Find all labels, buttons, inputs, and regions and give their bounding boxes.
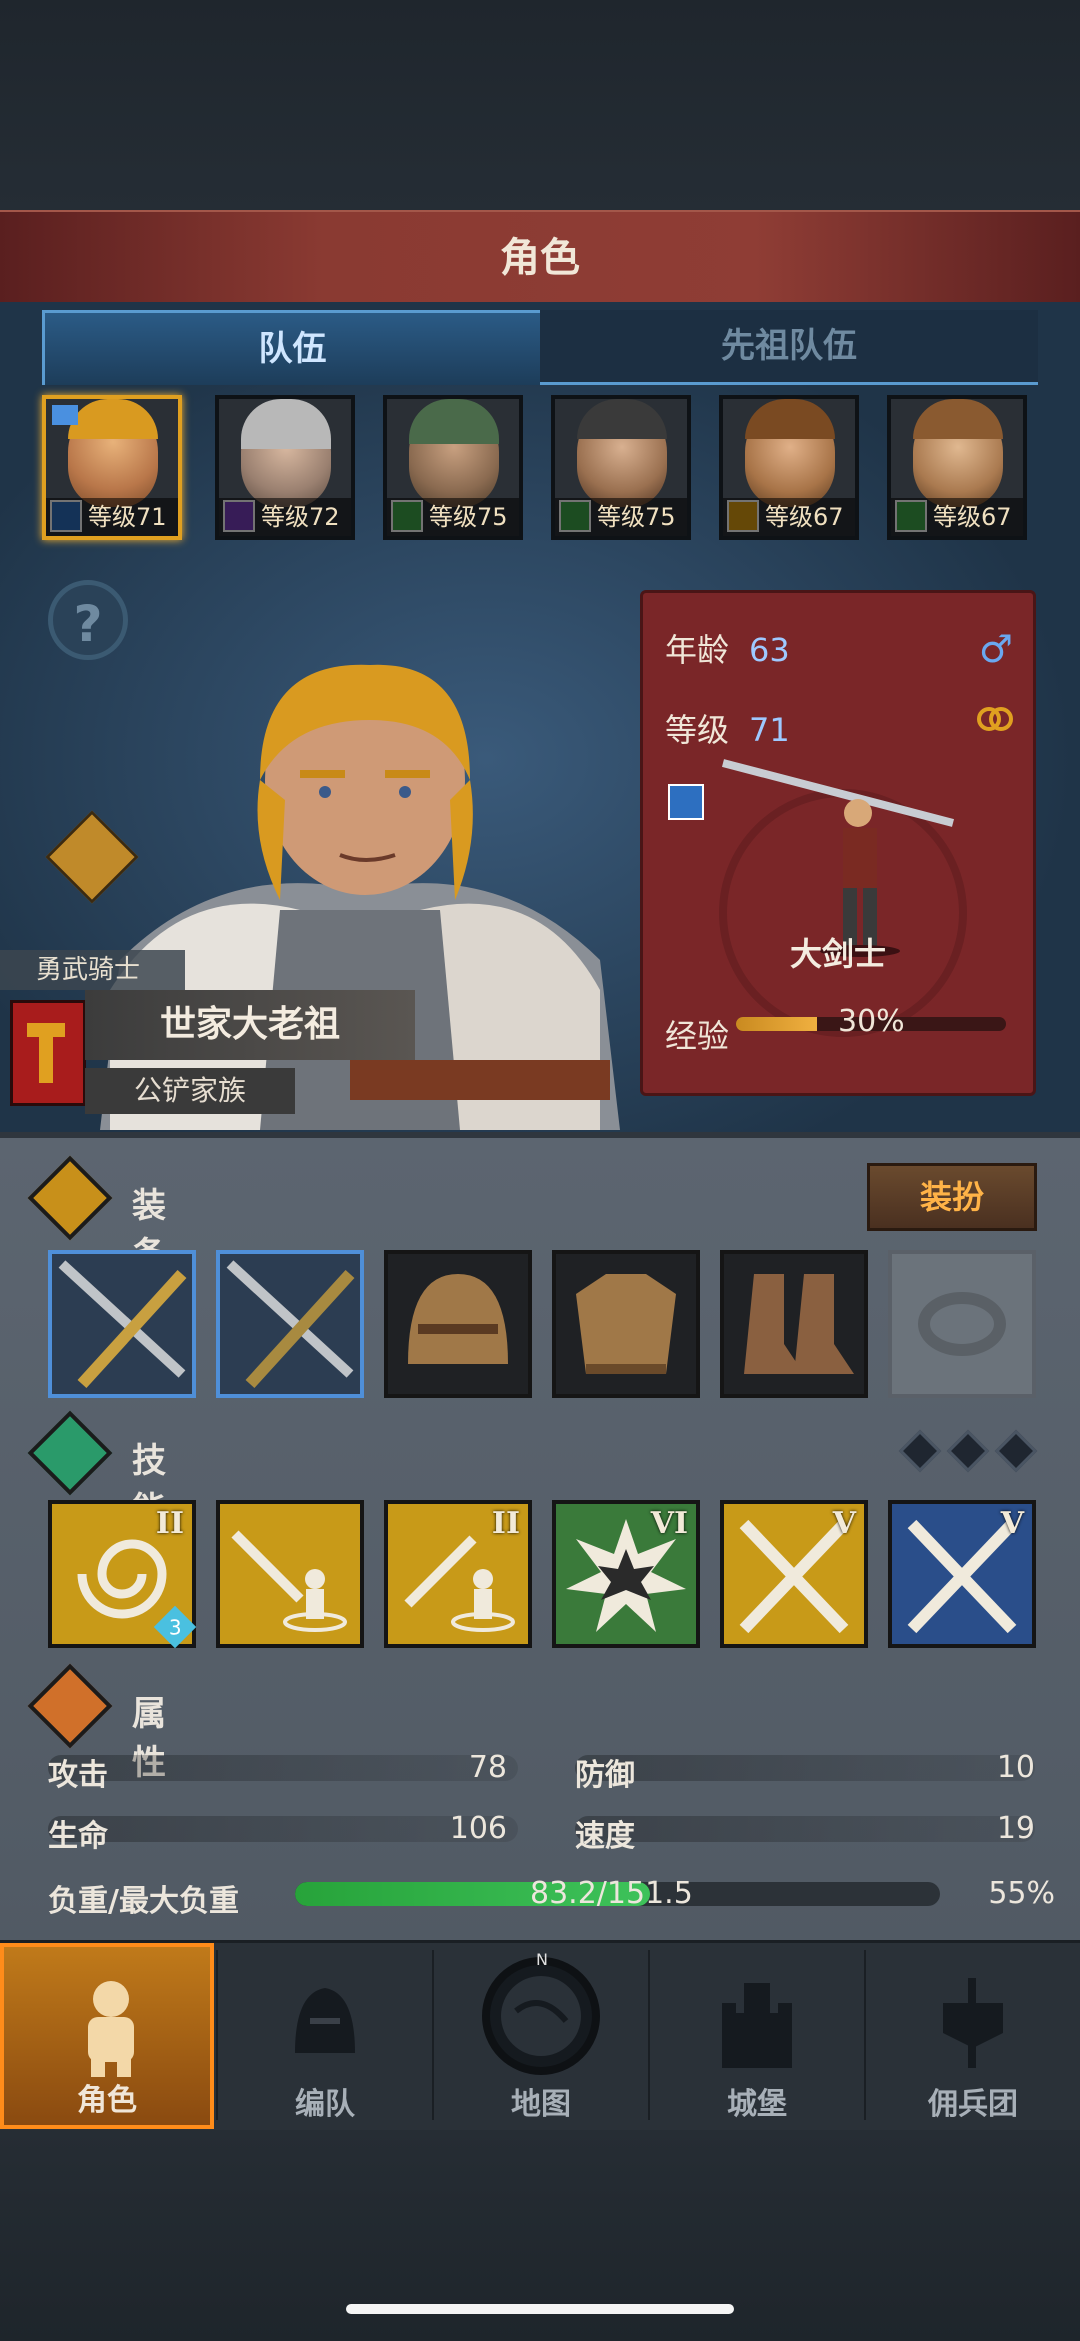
skill-rank: V — [1000, 1506, 1024, 1541]
male-icon: ♂ — [978, 627, 1013, 671]
nav-mercenary[interactable]: 佣兵团 — [866, 1943, 1080, 2129]
greatsword-icon — [226, 1260, 355, 1389]
attack-value: 78 — [468, 1750, 507, 1785]
party-member-5[interactable]: 等级67 — [719, 395, 859, 540]
level-label: 等级67 — [723, 498, 855, 536]
speed-value: 19 — [996, 1811, 1035, 1846]
party-member-4[interactable]: 等级75 — [551, 395, 691, 540]
character-name: 世家大老祖 — [85, 990, 415, 1060]
title-tag: 勇武骑士 — [0, 950, 185, 990]
top-status-area — [0, 0, 1080, 210]
nav-castle-label: 城堡 — [727, 2087, 787, 2122]
class-figure — [719, 759, 967, 1037]
class-name: 大剑士 — [789, 935, 886, 973]
nav-map[interactable]: N 地图 — [434, 1943, 648, 2129]
castle-icon — [722, 1983, 792, 2068]
skill-slot-6[interactable]: V — [888, 1500, 1036, 1648]
nav-character[interactable]: 角色 — [0, 1943, 214, 2129]
tab-party[interactable]: 队伍 — [42, 310, 543, 385]
help-button[interactable]: ? — [48, 580, 128, 660]
equip-slot-weapon-1[interactable] — [48, 1250, 196, 1398]
title-bar: 角色 — [0, 210, 1080, 307]
armor-icon — [576, 1274, 676, 1374]
nav-formation[interactable]: 编队 — [218, 1943, 432, 2129]
party-member-1[interactable]: 等级71 — [42, 395, 182, 540]
equip-slot-ring[interactable] — [888, 1250, 1036, 1398]
compass-map-icon: N — [482, 1951, 600, 2075]
level-label: 等级75 — [555, 498, 687, 536]
svg-text:N: N — [536, 1951, 548, 1969]
equip-slot-helmet[interactable] — [384, 1250, 532, 1398]
ring-icon — [918, 1292, 1006, 1356]
load-label: 负重/最大负重 — [48, 1884, 239, 1919]
greatsword-icon — [58, 1260, 187, 1389]
marriage-rings-icon[interactable] — [975, 703, 1015, 733]
nav-mercenary-label: 佣兵团 — [928, 2087, 1018, 2122]
home-indicator[interactable] — [346, 2304, 734, 2314]
age-label: 年龄 — [665, 631, 730, 669]
boots-icon — [744, 1274, 854, 1374]
hp-value: 106 — [449, 1811, 507, 1846]
nav-castle[interactable]: 城堡 — [650, 1943, 864, 2129]
age-value: 63 — [749, 631, 790, 669]
defense-label: 防御 — [575, 1758, 635, 1793]
helmet-icon — [408, 1274, 508, 1364]
tab-ancestor-party[interactable]: 先祖队伍 — [540, 310, 1038, 385]
level-label: 等级71 — [46, 498, 178, 536]
skill-rank: II — [491, 1506, 520, 1541]
class-sword-icon — [668, 784, 704, 820]
attack-label: 攻击 — [48, 1758, 108, 1793]
equip-slot-weapon-2[interactable] — [216, 1250, 364, 1398]
dress-up-button[interactable]: 装扮 — [867, 1163, 1037, 1231]
page-title: 角色 — [500, 235, 580, 281]
hp-label: 生命 — [48, 1819, 108, 1854]
party-member-6[interactable]: 等级67 — [887, 395, 1027, 540]
mercenary-banner-icon — [943, 1978, 1003, 2068]
skill-rank: VI — [650, 1506, 688, 1541]
skill-slot-4[interactable]: VI — [552, 1500, 700, 1648]
exp-bar-fill — [736, 1017, 817, 1031]
exp-label: 经验 — [665, 1017, 730, 1055]
party-member-2[interactable]: 等级72 — [215, 395, 355, 540]
level-label: 等级72 — [219, 498, 351, 536]
skill-slot-5[interactable]: V — [720, 1500, 868, 1648]
skill-rank: II — [155, 1506, 184, 1541]
family-name: 公铲家族 — [85, 1068, 295, 1114]
family-banner-icon — [10, 1000, 86, 1106]
defense-value: 10 — [996, 1750, 1035, 1785]
skill-slot-2[interactable] — [216, 1500, 364, 1648]
sword-guard-icon — [231, 1530, 347, 1632]
equip-slot-boots[interactable] — [720, 1250, 868, 1398]
load-percent: 55% — [988, 1876, 1055, 1911]
level-label: 等级75 — [387, 498, 519, 536]
nav-character-label: 角色 — [77, 2083, 137, 2118]
exp-percent: 30% — [838, 1004, 905, 1039]
knight-icon — [88, 1981, 134, 2077]
speed-label: 速度 — [575, 1819, 635, 1854]
formation-helmet-icon — [295, 1988, 355, 2053]
skill-slot-1[interactable]: II 3 — [48, 1500, 197, 1649]
level-label: 等级67 — [891, 498, 1023, 536]
leader-flag-icon — [52, 405, 78, 425]
equip-slot-armor[interactable] — [552, 1250, 700, 1398]
nav-map-label: 地图 — [511, 2087, 571, 2122]
skill-slot-3[interactable]: II — [384, 1500, 532, 1648]
party-member-3[interactable]: 等级75 — [383, 395, 523, 540]
nav-formation-label: 编队 — [295, 2087, 355, 2122]
load-value: 83.2/151.5 — [530, 1876, 693, 1911]
skill-rank: V — [832, 1506, 856, 1541]
